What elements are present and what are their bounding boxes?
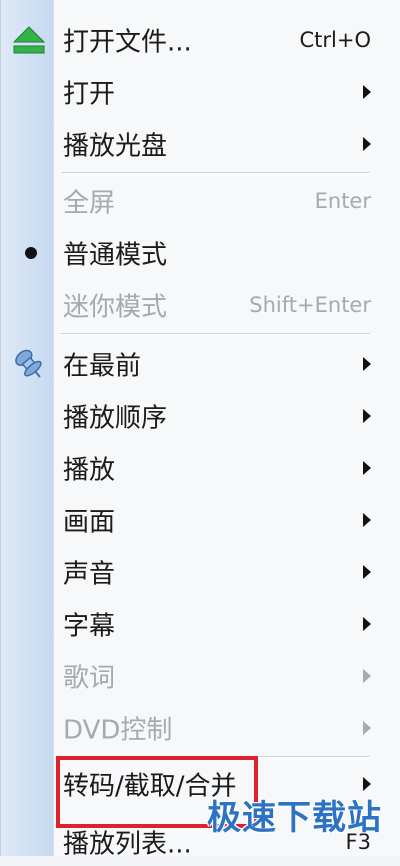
menu-item-label: 画面 [63, 507, 116, 538]
shortcut-label: Shift+Enter [249, 293, 371, 317]
menu-item-label: 打开文件... [63, 27, 192, 58]
menu-separator [61, 333, 370, 335]
menu-item-always-on-top[interactable]: 在最前 [1, 340, 400, 388]
menu-item-play-order[interactable]: 播放顺序 [1, 392, 400, 440]
submenu-arrow-icon [363, 85, 371, 99]
submenu-arrow-icon [363, 137, 371, 151]
menu-item-label: 播放顺序 [63, 403, 168, 434]
submenu-arrow-icon [363, 565, 371, 579]
submenu-arrow-icon [363, 409, 371, 423]
menu-item-lyrics[interactable]: 歌词 [1, 652, 400, 700]
menu-item-label: 字幕 [63, 611, 116, 642]
menu-item-label: 歌词 [63, 663, 116, 694]
menu-item-label: DVD控制 [63, 715, 173, 746]
shortcut-label: Enter [314, 189, 371, 213]
menu-item-label: 声音 [63, 559, 116, 590]
submenu-arrow-icon [363, 461, 371, 475]
submenu-arrow-icon [363, 721, 371, 735]
watermark-text: 极速下载站 [207, 798, 382, 838]
menu-item-sound[interactable]: 声音 [1, 548, 400, 596]
shortcut-label: Ctrl+O [299, 28, 372, 52]
submenu-arrow-icon [363, 357, 371, 371]
submenu-arrow-icon [363, 617, 371, 631]
menu-item-mini-mode[interactable]: 迷你模式 Shift+Enter [1, 281, 400, 329]
menu-item-dvd-control[interactable]: DVD控制 [1, 704, 400, 752]
menu-item-picture[interactable]: 画面 [1, 496, 400, 544]
context-menu: 打开文件... Ctrl+O 打开 播放光盘 全屏 Enter 普通模式 迷你模… [0, 0, 400, 860]
menu-item-label: 播放 [63, 455, 116, 486]
menu-item-open-file[interactable]: 打开文件... Ctrl+O [1, 16, 400, 64]
menu-item-open[interactable]: 打开 [1, 68, 400, 116]
submenu-arrow-icon [363, 513, 371, 527]
menu-item-fullscreen[interactable]: 全屏 Enter [1, 177, 400, 225]
menu-item-subtitles[interactable]: 字幕 [1, 600, 400, 648]
bullet-icon [25, 247, 37, 259]
pin-icon [15, 349, 42, 378]
menu-item-label: 在最前 [63, 351, 142, 382]
menu-item-play-disc[interactable]: 播放光盘 [1, 120, 400, 168]
menu-item-label: 播放列表... [63, 829, 192, 860]
menu-item-label: 迷你模式 [63, 292, 168, 323]
menu-item-normal-mode[interactable]: 普通模式 [1, 229, 400, 277]
menu-item-label: 普通模式 [63, 240, 168, 271]
menu-item-label: 播放光盘 [63, 131, 168, 162]
menu-item-label: 全屏 [63, 188, 116, 219]
menu-separator [61, 172, 370, 174]
eject-icon [12, 26, 46, 54]
submenu-arrow-icon [363, 777, 371, 791]
menu-item-play[interactable]: 播放 [1, 444, 400, 492]
menu-item-label: 打开 [63, 79, 116, 110]
submenu-arrow-icon [363, 669, 371, 683]
